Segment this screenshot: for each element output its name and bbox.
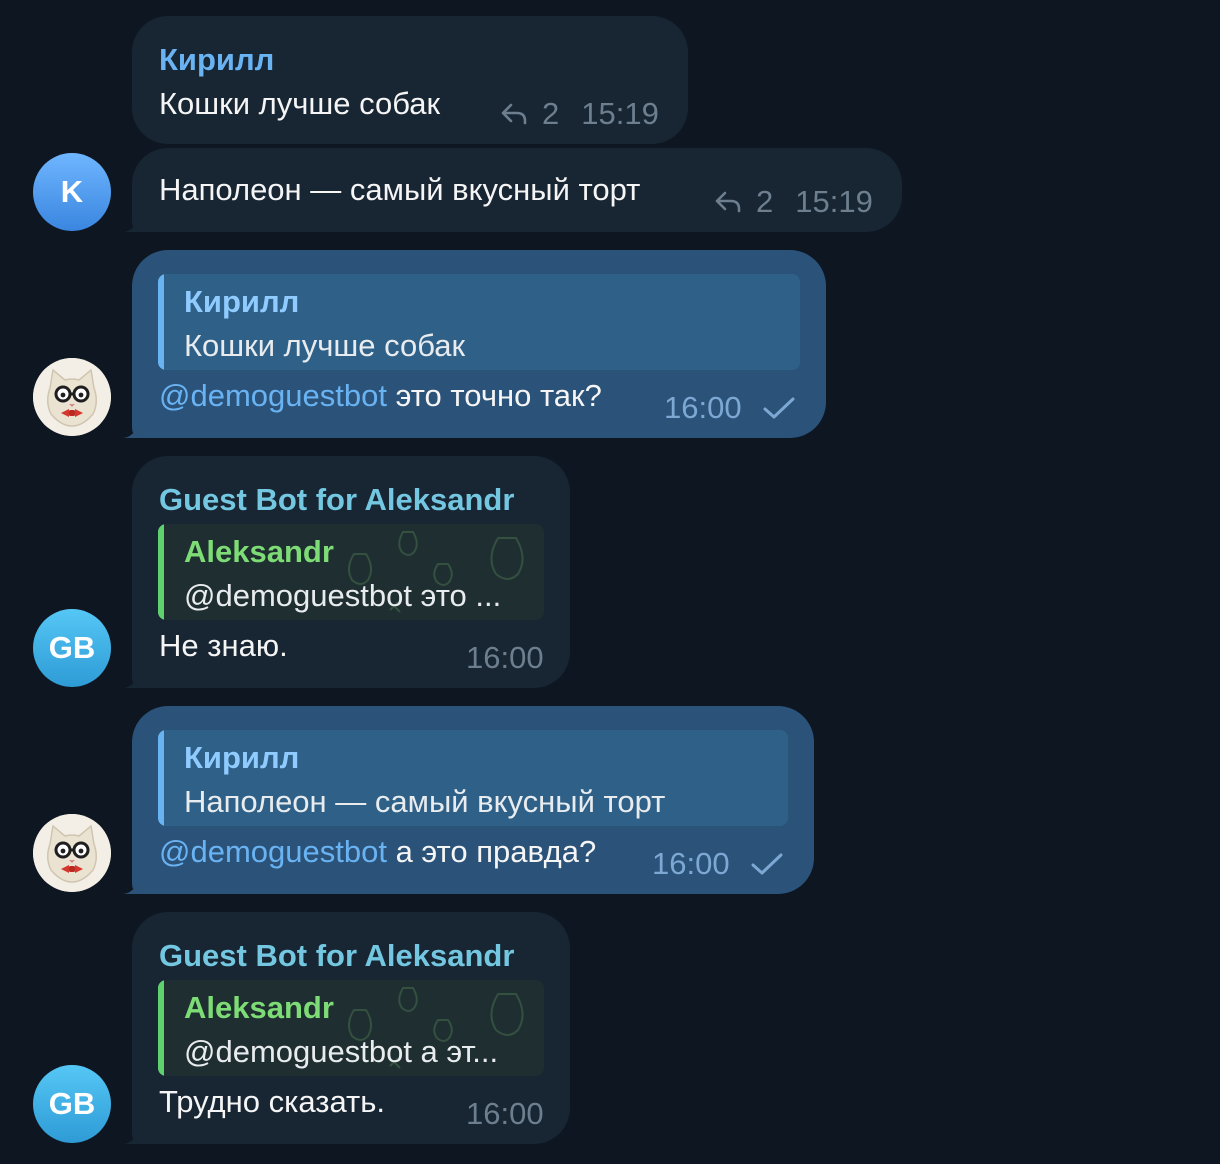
sender-name[interactable]: Guest Bot for Aleksandr <box>159 482 514 518</box>
message-time: 16:00 <box>652 846 730 881</box>
quote-text: Кошки лучше собак <box>184 328 466 363</box>
message-time: 15:19 <box>795 184 873 219</box>
sender-name[interactable]: Кирилл <box>159 42 274 78</box>
quote-bar <box>158 980 164 1076</box>
message-bubble[interactable]: Наполеон — самый вкусный торт 2 15:19 <box>132 148 902 232</box>
message-text: @demoguestbot это точно так? <box>159 378 602 414</box>
quote-bar <box>158 274 164 370</box>
message-time: 16:00 <box>664 390 742 425</box>
quote-text: Наполеон — самый вкусный торт <box>184 784 666 819</box>
mention-link[interactable]: @demoguestbot <box>159 378 387 413</box>
checkmark-icon <box>750 852 784 876</box>
reply-count: 2 <box>756 184 774 219</box>
message-meta: 2 15:19 <box>500 96 659 132</box>
sender-name[interactable]: Guest Bot for Aleksandr <box>159 938 514 974</box>
bubble-tail <box>118 872 140 894</box>
message-text: Наполеон — самый вкусный торт <box>159 172 641 207</box>
avatar[interactable]: GB <box>33 1065 111 1143</box>
message-body: а это правда? <box>386 834 597 869</box>
quote-author: Aleksandr <box>184 534 334 569</box>
reply-quote[interactable]: Aleksandr @demoguestbot это ... <box>158 524 544 620</box>
message-meta: 16:00 <box>664 390 796 426</box>
bubble-tail <box>118 210 140 232</box>
message-meta: 2 15:19 <box>714 184 873 220</box>
avatar[interactable] <box>33 814 111 892</box>
mention-link[interactable]: @demoguestbot <box>159 834 387 869</box>
reply-quote[interactable]: Кирилл Кошки лучше собак <box>158 274 800 370</box>
avatar-initial: K <box>60 174 84 209</box>
avatar-initials: GB <box>48 1086 96 1121</box>
message-bubble[interactable]: Guest Bot for Aleksandr Aleksandr @demog… <box>132 456 570 688</box>
message-bubble[interactable]: Кирилл Наполеон — самый вкусный торт @de… <box>132 706 814 894</box>
message-text: Не знаю. <box>159 628 288 663</box>
message-time: 16:00 <box>466 1096 544 1131</box>
reply-arrow-icon <box>500 102 528 126</box>
reply-counter[interactable]: 2 <box>500 96 559 132</box>
reply-arrow-icon <box>714 190 742 214</box>
avatar[interactable]: K <box>33 153 111 231</box>
quote-text: @demoguestbot а эт... <box>184 1034 499 1069</box>
quote-bar <box>158 730 164 826</box>
reply-count: 2 <box>542 96 560 131</box>
message-bubble[interactable]: Guest Bot for Aleksandr Aleksandr @demog… <box>132 912 570 1144</box>
message-text: Кошки лучше собак <box>159 86 441 121</box>
message-body: это точно так? <box>386 378 602 413</box>
message-time: 16:00 <box>466 640 544 675</box>
bubble-tail <box>118 1122 140 1144</box>
quote-bar <box>158 524 164 620</box>
bubble-tail <box>118 416 140 438</box>
cat-with-glasses-avatar-icon <box>33 358 111 436</box>
reply-quote[interactable]: Aleksandr @demoguestbot а эт... <box>158 980 544 1076</box>
quote-author: Aleksandr <box>184 990 334 1025</box>
message-bubble[interactable]: Кирилл Кошки лучше собак 2 15:19 <box>132 16 688 144</box>
message-meta: 16:00 <box>466 1096 544 1132</box>
quote-text: @demoguestbot это ... <box>184 578 502 613</box>
message-time: 15:19 <box>581 96 659 131</box>
message-bubble[interactable]: Кирилл Кошки лучше собак @demoguestbot э… <box>132 250 826 438</box>
reply-counter[interactable]: 2 <box>714 184 773 220</box>
checkmark-icon <box>762 396 796 420</box>
reply-quote[interactable]: Кирилл Наполеон — самый вкусный торт <box>158 730 788 826</box>
message-text: @demoguestbot а это правда? <box>159 834 596 870</box>
message-meta: 16:00 <box>652 846 784 882</box>
quote-author: Кирилл <box>184 284 300 319</box>
avatar-initials: GB <box>48 630 96 665</box>
bubble-tail <box>118 666 140 688</box>
message-meta: 16:00 <box>466 640 544 676</box>
quote-author: Кирилл <box>184 740 300 775</box>
avatar[interactable]: GB <box>33 609 111 687</box>
chat-history: Кирилл Кошки лучше собак 2 15:19 K Напол… <box>0 0 1220 1164</box>
avatar[interactable] <box>33 358 111 436</box>
cat-with-glasses-avatar-icon <box>33 814 111 892</box>
message-text: Трудно сказать. <box>159 1084 385 1119</box>
